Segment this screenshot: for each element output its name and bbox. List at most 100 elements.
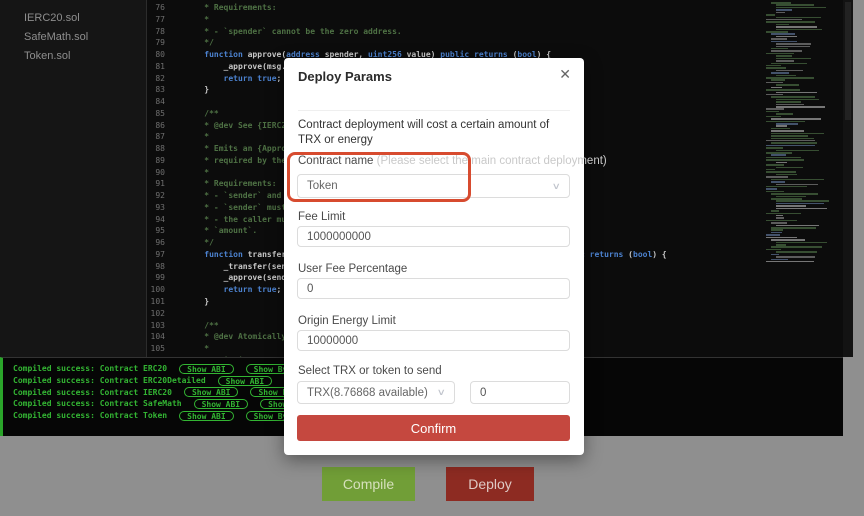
minimap-line [771, 128, 790, 130]
minimap-line [766, 237, 797, 239]
minimap-line [776, 104, 804, 106]
minimap-line [771, 79, 785, 81]
token-select-value: TRX(8.76868 available) [307, 387, 438, 399]
minimap-line [766, 220, 797, 222]
minimap-line [776, 17, 821, 19]
minimap-line [776, 150, 819, 152]
minimap-line [766, 53, 794, 55]
minimap-line [766, 121, 805, 123]
minimap-line [776, 70, 803, 72]
minimap-line [776, 203, 824, 205]
minimap-line [766, 82, 783, 84]
contract-name-value: Token [307, 180, 553, 192]
minimap-line [771, 96, 815, 98]
minimap-line [776, 225, 819, 227]
minimap-line [776, 215, 783, 217]
minimap-line [771, 193, 818, 195]
show-abi-button[interactable]: Show ABI [179, 411, 234, 421]
minimap-line [771, 239, 805, 241]
minimap-line [766, 14, 775, 16]
console-message: Compiled success: Contract ERC20 [13, 364, 167, 373]
minimap-line [771, 142, 817, 144]
user-fee-percentage-input[interactable] [297, 278, 570, 299]
minimap-line [776, 184, 818, 186]
user-fee-percentage-label: User Fee Percentage [298, 263, 407, 275]
minimap-line [771, 48, 788, 50]
minimap-line [771, 259, 788, 261]
minimap-line [766, 145, 815, 147]
minimap-line [776, 29, 822, 31]
minimap-line [776, 242, 827, 244]
show-abi-button[interactable]: Show ABI [179, 364, 234, 374]
minimap-line [766, 169, 775, 171]
show-abi-button[interactable]: Show ABI [218, 376, 273, 386]
file-item[interactable]: IERC20.sol [0, 9, 146, 28]
minimap-line [776, 36, 797, 38]
contract-name-label: Contract name (Please select the main co… [298, 155, 607, 167]
minimap[interactable] [766, 2, 828, 355]
origin-energy-limit-input[interactable] [297, 330, 570, 351]
minimap-line [771, 130, 804, 132]
minimap-line [766, 213, 801, 215]
token-amount-input[interactable] [470, 381, 570, 404]
close-icon[interactable]: ✕ [559, 66, 571, 82]
minimap-line [776, 162, 787, 164]
minimap-line [771, 133, 824, 135]
file-sidebar: IERC20.solSafeMath.solToken.sol [0, 0, 147, 357]
minimap-line [766, 152, 792, 154]
fee-limit-input[interactable] [297, 226, 570, 247]
show-abi-button[interactable]: Show ABI [194, 399, 249, 409]
minimap-line [771, 138, 814, 140]
minimap-line [776, 46, 810, 48]
minimap-line [776, 256, 815, 258]
fee-limit-label: Fee Limit [298, 211, 345, 223]
file-item[interactable]: SafeMath.sol [0, 28, 146, 47]
minimap-line [766, 19, 802, 21]
console-message: Compiled success: Contract Token [13, 411, 167, 420]
minimap-line [771, 2, 791, 4]
minimap-line [766, 67, 786, 69]
minimap-line [766, 191, 784, 193]
confirm-button[interactable]: Confirm [297, 415, 570, 441]
minimap-line [776, 205, 806, 207]
token-select[interactable]: TRX(8.76868 available) ∨ [297, 381, 455, 404]
minimap-line [776, 244, 786, 246]
minimap-line [771, 229, 783, 231]
minimap-line [776, 55, 792, 57]
contract-name-label-text: Contract name [298, 155, 373, 167]
minimap-line [766, 111, 779, 113]
minimap-line [766, 108, 784, 110]
minimap-line [766, 176, 788, 178]
minimap-line [776, 167, 803, 169]
deploy-button[interactable]: Deploy [446, 467, 534, 501]
minimap-line [766, 31, 788, 33]
console-message: Compiled success: Contract SafeMath [13, 399, 182, 408]
scrollbar-thumb[interactable] [845, 2, 851, 120]
origin-energy-limit-label: Origin Energy Limit [298, 315, 396, 327]
minimap-line [766, 94, 783, 96]
minimap-line [771, 72, 789, 74]
minimap-line [776, 9, 792, 11]
minimap-line [771, 50, 802, 52]
minimap-line [776, 174, 797, 176]
console-message: Compiled success: Contract ERC20Detailed [13, 376, 206, 385]
minimap-line [776, 196, 806, 198]
minimap-line [771, 198, 802, 200]
file-item[interactable]: Token.sol [0, 47, 146, 66]
contract-name-select[interactable]: Token ∨ [297, 174, 570, 198]
show-abi-button[interactable]: Show ABI [184, 387, 239, 397]
chevron-down-icon: ∨ [437, 387, 446, 398]
minimap-line [776, 92, 817, 94]
minimap-line [766, 234, 780, 236]
minimap-line [771, 33, 795, 35]
minimap-line [771, 154, 786, 156]
minimap-line [771, 210, 779, 212]
compile-button[interactable]: Compile [322, 467, 415, 501]
minimap-line [766, 65, 781, 67]
minimap-line [766, 249, 781, 251]
editor-scrollbar[interactable] [843, 0, 853, 357]
minimap-line [766, 89, 800, 91]
minimap-line [771, 222, 787, 224]
minimap-line [776, 75, 796, 77]
modal-divider [298, 110, 570, 111]
